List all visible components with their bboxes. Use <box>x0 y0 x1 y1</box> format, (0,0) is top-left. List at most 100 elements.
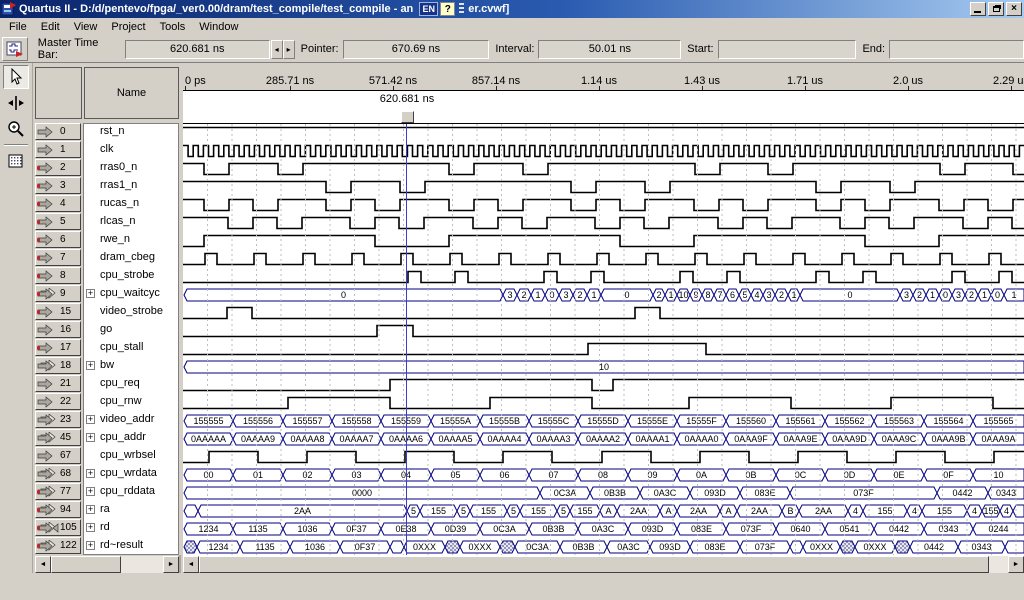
signal-name[interactable]: cpu_waitcyc <box>100 285 160 302</box>
expand-plus-icon[interactable]: + <box>86 487 95 496</box>
menu-edit[interactable]: Edit <box>34 19 67 35</box>
signal-name[interactable]: cpu_req <box>100 375 140 392</box>
signal-name[interactable]: clk <box>100 141 113 158</box>
master-time-bar-strip[interactable]: 620.681 ns <box>183 91 1024 123</box>
scroll-left-icon[interactable]: ◄ <box>35 556 51 573</box>
start-field[interactable] <box>718 40 857 59</box>
signal-handle-7[interactable]: 7 <box>35 249 81 266</box>
waveform-display[interactable]: 0321032102110987654321032103210110155555… <box>183 123 1024 555</box>
signal-name[interactable]: dram_cbeg <box>100 249 155 266</box>
signal-handle-8[interactable]: 8 <box>35 267 81 284</box>
master-time-bar-handle[interactable] <box>401 111 414 123</box>
scrollbar-thumb[interactable] <box>199 556 989 573</box>
signal-name[interactable]: ra <box>100 501 110 518</box>
signal-handle-15[interactable]: 15 <box>35 303 81 320</box>
signal-handle-67[interactable]: 67 <box>35 447 81 464</box>
selection-tool-button[interactable] <box>3 65 29 89</box>
signal-name[interactable]: rwe_n <box>100 231 130 248</box>
language-bar-grip-icon[interactable] <box>459 3 464 15</box>
signal-handle-0[interactable]: 0 <box>35 123 81 140</box>
scroll-left-icon[interactable]: ◄ <box>183 556 199 573</box>
expand-plus-icon[interactable]: + <box>86 541 95 550</box>
signal-handle-68[interactable]: 68 <box>35 465 81 482</box>
signal-handle-21[interactable]: 21 <box>35 375 81 392</box>
signal-row-rlcas_n: 5 rlcas_n <box>33 213 181 231</box>
signal-name[interactable]: rucas_n <box>100 195 139 212</box>
master-time-bar-spin-left-icon[interactable]: ◂ <box>271 40 283 59</box>
grid-tool-button[interactable] <box>3 149 29 173</box>
signal-name[interactable]: rras1_n <box>100 177 137 194</box>
minimize-button[interactable] <box>970 2 986 16</box>
expand-plus-icon[interactable]: + <box>86 523 95 532</box>
expand-plus-icon[interactable]: + <box>86 289 95 298</box>
expand-plus-icon[interactable]: + <box>86 415 95 424</box>
end-field[interactable] <box>889 40 1024 59</box>
signal-handle-94[interactable]: 94 <box>35 501 81 518</box>
signal-name[interactable]: cpu_rddata <box>100 483 155 500</box>
signal-handle-1[interactable]: 1 <box>35 141 81 158</box>
signal-name[interactable]: cpu_stall <box>100 339 143 356</box>
scrollbar-thumb[interactable] <box>51 556 121 573</box>
signal-handle-18[interactable]: 18 <box>35 357 81 374</box>
signal-name[interactable]: go <box>100 321 112 338</box>
signal-name[interactable]: video_strobe <box>100 303 163 320</box>
signal-handle-2[interactable]: 2 <box>35 159 81 176</box>
menu-tools[interactable]: Tools <box>153 19 193 35</box>
close-button[interactable]: × <box>1006 2 1022 16</box>
scroll-right-icon[interactable]: ► <box>163 556 179 573</box>
signal-name[interactable]: rst_n <box>100 123 124 140</box>
output-pin-icon <box>37 234 59 246</box>
output-pin-icon <box>37 180 59 192</box>
master-time-bar-field[interactable]: 620.681 ns <box>125 40 270 59</box>
signal-name[interactable]: rd~result <box>100 537 143 554</box>
signal-handle-16[interactable]: 16 <box>35 321 81 338</box>
expand-plus-icon[interactable]: + <box>86 361 95 370</box>
expand-plus-icon[interactable]: + <box>86 433 95 442</box>
scroll-right-icon[interactable]: ► <box>1008 556 1024 573</box>
expand-plus-icon[interactable]: + <box>86 505 95 514</box>
zoom-tool-button[interactable] <box>3 117 29 141</box>
signal-handle-3[interactable]: 3 <box>35 177 81 194</box>
time-bar-tool-button[interactable] <box>3 91 29 115</box>
signal-name[interactable]: cpu_rnw <box>100 393 142 410</box>
waveform-hscrollbar[interactable]: ◄ ► <box>183 556 1024 573</box>
menu-view[interactable]: View <box>67 19 105 35</box>
signal-handle-23[interactable]: 23 <box>35 411 81 428</box>
signal-handle-77[interactable]: 77 <box>35 483 81 500</box>
signal-handle-17[interactable]: 17 <box>35 339 81 356</box>
signal-panel-hscrollbar[interactable]: ◄ ► <box>35 556 179 573</box>
signal-name[interactable]: rd <box>100 519 110 536</box>
master-time-bar-line[interactable] <box>406 124 407 555</box>
input-group-pin-icon <box>37 414 59 426</box>
signal-number: 122 <box>60 540 77 551</box>
signal-name[interactable]: rras0_n <box>100 159 137 176</box>
title-bar[interactable]: Quartus II - D:/d/pentevo/fpga/_ver0.00/… <box>0 0 1024 18</box>
signal-name[interactable]: cpu_addr <box>100 429 146 446</box>
signal-handle-4[interactable]: 4 <box>35 195 81 212</box>
signal-row-cpu_wrbsel: 67 cpu_wrbsel <box>33 447 181 465</box>
menu-file[interactable]: File <box>2 19 34 35</box>
signal-name[interactable]: bw <box>100 357 114 374</box>
signal-name[interactable]: video_addr <box>100 411 154 428</box>
master-time-bar-spin-right-icon[interactable]: ▸ <box>283 40 295 59</box>
language-help-icon[interactable]: ? <box>440 2 455 16</box>
signal-handle-122[interactable]: 122 <box>35 537 81 554</box>
menu-window[interactable]: Window <box>192 19 245 35</box>
signal-row-cpu_strobe: 8 cpu_strobe <box>33 267 181 285</box>
waveform-document-button[interactable] <box>2 37 28 61</box>
expand-plus-icon[interactable]: + <box>86 469 95 478</box>
language-indicator-badge[interactable]: EN <box>419 2 438 16</box>
restore-button[interactable] <box>988 2 1004 16</box>
signal-handle-5[interactable]: 5 <box>35 213 81 230</box>
signal-handle-6[interactable]: 6 <box>35 231 81 248</box>
signal-name[interactable]: rlcas_n <box>100 213 135 230</box>
signal-name[interactable]: cpu_wrdata <box>100 465 157 482</box>
signal-handle-45[interactable]: 45 <box>35 429 81 446</box>
signal-handle-22[interactable]: 22 <box>35 393 81 410</box>
time-ruler[interactable]: 0 ps285.71 ns571.42 ns857.14 ns1.14 us1.… <box>183 63 1024 91</box>
signal-handle-9[interactable]: 9 <box>35 285 81 302</box>
menu-project[interactable]: Project <box>104 19 152 35</box>
signal-name[interactable]: cpu_wrbsel <box>100 447 156 464</box>
signal-name[interactable]: cpu_strobe <box>100 267 154 284</box>
signal-handle-105[interactable]: 105 <box>35 519 81 536</box>
